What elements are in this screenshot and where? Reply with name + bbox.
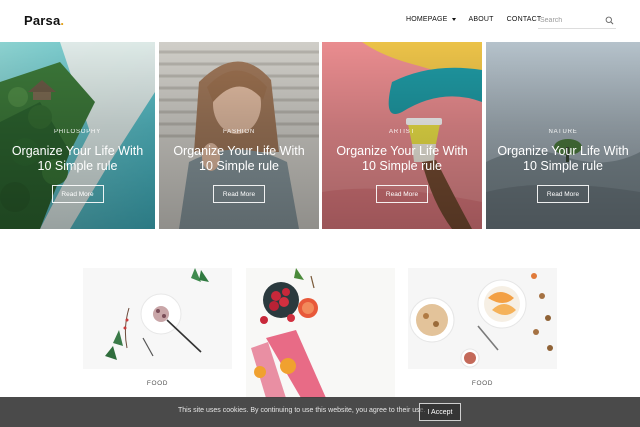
nav-homepage-label[interactable]: HOMEPAGE — [406, 16, 448, 23]
read-more-button[interactable]: Read More — [376, 185, 428, 203]
post-image-fruits[interactable] — [246, 268, 395, 398]
slide-fashion[interactable]: FASHION Organize Your Life With 10 Simple… — [159, 42, 319, 229]
slide-title-line-1[interactable]: Organize Your Life With — [173, 144, 304, 158]
slide-title-line-2[interactable]: 10 Simple rule — [362, 159, 442, 173]
nav-about[interactable]: ABOUT — [469, 16, 494, 23]
main-nav: HOMEPAGE ABOUT CONTACT — [406, 16, 541, 23]
slide-title-line-1[interactable]: Organize Your Life With — [497, 144, 628, 158]
read-more-button[interactable]: Read More — [537, 185, 589, 203]
post-category[interactable]: FOOD — [83, 380, 232, 387]
cookie-message: This site uses cookies. By continuing to… — [178, 407, 426, 414]
slide-title[interactable]: Organize Your Life With 10 Simple rule — [4, 144, 151, 174]
search-input[interactable] — [538, 16, 598, 24]
site-logo[interactable]: Parsa. — [24, 13, 64, 28]
slide-philosophy[interactable]: PHILOSOPHY Organize Your Life With 10 Sim… — [0, 42, 155, 229]
slide-title[interactable]: Organize Your Life With 10 Simple rule — [326, 144, 478, 174]
slide-title-line-2[interactable]: 10 Simple rule — [199, 159, 279, 173]
search-box[interactable] — [538, 12, 616, 29]
slide-category[interactable]: PHILOSOPHY — [0, 129, 155, 135]
nav-about-label[interactable]: ABOUT — [469, 16, 494, 23]
slide-nature[interactable]: NATURE Organize Your Life With 10 Simple … — [486, 42, 640, 229]
site-header: Parsa. HOMEPAGE ABOUT CONTACT — [0, 0, 640, 42]
hero-slider: PHILOSOPHY Organize Your Life With 10 Sim… — [0, 42, 640, 229]
logo-dot: . — [60, 13, 65, 28]
slide-title-line-1[interactable]: Organize Your Life With — [12, 144, 143, 158]
slide-artist[interactable]: ARTIST Organize Your Life With 10 Simple … — [322, 42, 482, 229]
post-image-breakfast[interactable] — [408, 268, 557, 369]
slide-title-line-1[interactable]: Organize Your Life With — [336, 144, 467, 158]
nav-contact-label[interactable]: CONTACT — [507, 16, 542, 23]
slide-title[interactable]: Organize Your Life With 10 Simple rule — [490, 144, 636, 174]
read-more-button[interactable]: Read More — [213, 185, 265, 203]
search-icon[interactable] — [605, 16, 614, 25]
accept-cookies-button[interactable]: I Accept — [419, 403, 461, 421]
slide-category[interactable]: NATURE — [486, 129, 640, 135]
logo-text[interactable]: Parsa — [24, 13, 60, 28]
post-category[interactable]: FOOD — [408, 380, 557, 387]
nav-homepage[interactable]: HOMEPAGE — [406, 16, 456, 23]
post-image-dessert[interactable] — [83, 268, 232, 369]
read-more-button[interactable]: Read More — [51, 185, 104, 203]
chevron-down-icon[interactable] — [451, 18, 456, 21]
nav-contact[interactable]: CONTACT — [507, 16, 542, 23]
slide-title-line-2[interactable]: 10 Simple rule — [38, 159, 118, 173]
slide-category[interactable]: ARTIST — [322, 129, 482, 135]
slide-title[interactable]: Organize Your Life With 10 Simple rule — [163, 144, 315, 174]
slide-title-line-2[interactable]: 10 Simple rule — [523, 159, 603, 173]
cookie-banner: This site uses cookies. By continuing to… — [0, 397, 640, 427]
slide-category[interactable]: FASHION — [159, 129, 319, 135]
